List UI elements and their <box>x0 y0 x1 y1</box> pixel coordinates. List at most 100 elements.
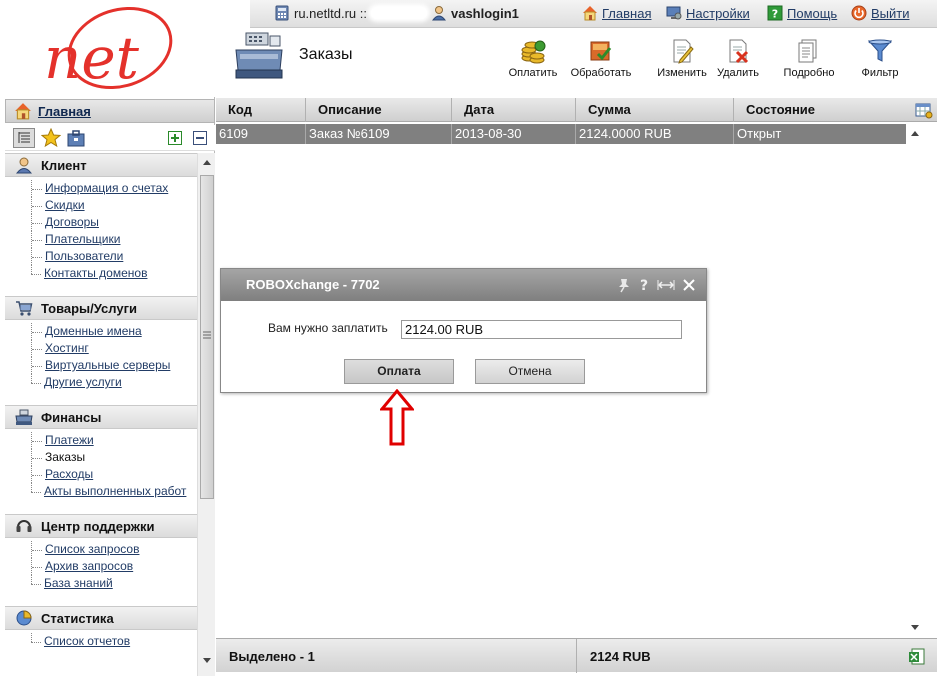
pay-tool-button[interactable]: Оплатить <box>497 38 569 79</box>
column-header-code[interactable]: Код <box>216 98 306 122</box>
cell-status: Открыт <box>737 126 782 141</box>
favorites-star-icon[interactable] <box>41 128 61 148</box>
sidebar-link[interactable]: Другие услуги <box>44 375 122 389</box>
list-item[interactable]: Список запросов <box>31 541 197 558</box>
list-item[interactable]: Доменные имена <box>31 323 197 340</box>
expand-all-icon[interactable] <box>168 131 182 145</box>
home-link[interactable]: Главная <box>582 5 651 21</box>
cancel-button[interactable]: Отмена <box>475 359 585 384</box>
list-item[interactable]: Платежи <box>31 432 197 449</box>
sidebar-link[interactable]: Плательщики <box>45 232 120 246</box>
amount-field[interactable] <box>401 320 682 339</box>
logout-link-label[interactable]: Выйти <box>871 6 910 21</box>
calculator-icon <box>275 5 289 21</box>
sidebar-link[interactable]: Доменные имена <box>45 324 142 338</box>
sidebar-link[interactable]: Платежи <box>45 433 94 447</box>
resize-horizontal-icon[interactable] <box>657 277 675 293</box>
list-item[interactable]: Список отчетов <box>31 633 197 650</box>
cash-register-icon <box>235 32 283 79</box>
tree-view-icon[interactable] <box>13 128 35 148</box>
help-question-icon[interactable]: ? <box>638 277 650 293</box>
column-settings-icon[interactable] <box>915 102 933 119</box>
edit-document-icon <box>673 39 694 64</box>
sidebar-home[interactable]: Главная <box>5 99 215 123</box>
settings-link-label[interactable]: Настройки <box>686 6 750 21</box>
scroll-up-icon[interactable] <box>910 129 920 137</box>
section-client-items: Информация о счетах Скидки Договоры Плат… <box>5 177 197 296</box>
grid-scrollbar[interactable] <box>906 124 924 638</box>
logout-link[interactable]: Выйти <box>851 5 910 21</box>
column-header-description[interactable]: Описание <box>306 98 452 122</box>
briefcase-icon[interactable] <box>66 128 86 148</box>
list-item[interactable]: Договоры <box>31 214 197 231</box>
sidebar-scrollbar[interactable] <box>197 153 215 676</box>
list-item-current[interactable]: Заказы <box>31 449 197 466</box>
sidebar-link[interactable]: Архив запросов <box>45 559 133 573</box>
sidebar-link[interactable]: Информация о счетах <box>45 181 168 195</box>
filter-tool-button[interactable]: Фильтр <box>844 38 916 79</box>
scroll-down-icon[interactable] <box>202 657 212 665</box>
dialog-titlebar[interactable]: ROBOXchange - 7702 ? <box>221 269 706 301</box>
list-item[interactable]: Другие услуги <box>31 374 197 391</box>
collapse-all-icon[interactable] <box>193 131 207 145</box>
section-finance[interactable]: Финансы <box>5 405 197 429</box>
sidebar-link[interactable]: Договоры <box>45 215 99 229</box>
table-row[interactable]: 6109 Заказ №6109 2013-08-30 2124.0000 RU… <box>216 124 906 144</box>
column-header-sum[interactable]: Сумма <box>576 98 734 122</box>
sidebar-link[interactable]: Контакты доменов <box>44 266 147 280</box>
list-item[interactable]: Пользователи <box>31 248 197 265</box>
red-arrow-annotation <box>380 389 414 446</box>
export-excel-icon[interactable] <box>908 648 926 665</box>
process-tool-label: Обработать <box>570 67 632 79</box>
sidebar-scroll-thumb[interactable] <box>200 175 214 499</box>
sidebar-link[interactable]: Список запросов <box>45 542 139 556</box>
list-item[interactable]: Плательщики <box>31 231 197 248</box>
pay-button[interactable]: Оплата <box>344 359 454 384</box>
sidebar-current-item[interactable]: Заказы <box>45 450 85 464</box>
header: net ru.netltd.ru :: vashlogin1 Главная Н… <box>0 0 937 97</box>
sidebar-link[interactable]: Акты выполненных работ <box>44 484 186 498</box>
home-link-label[interactable]: Главная <box>602 6 651 21</box>
list-item[interactable]: Архив запросов <box>31 558 197 575</box>
list-item[interactable]: База знаний <box>31 575 197 592</box>
list-item[interactable]: Хостинг <box>31 340 197 357</box>
payment-dialog: ROBOXchange - 7702 ? Вам нужно заплатить… <box>220 268 707 393</box>
details-document-icon <box>798 39 817 63</box>
list-item[interactable]: Информация о счетах <box>31 180 197 197</box>
sidebar-link[interactable]: Скидки <box>45 198 85 212</box>
delete-document-icon <box>729 39 749 64</box>
help-link-label[interactable]: Помощь <box>787 6 837 21</box>
sidebar-link[interactable]: Расходы <box>45 467 93 481</box>
sidebar-icon-row <box>5 125 215 151</box>
details-tool-button[interactable]: Подробно <box>773 38 845 79</box>
sidebar-link[interactable]: Хостинг <box>45 341 89 355</box>
delete-tool-button[interactable]: Удалить <box>702 38 774 79</box>
grid-footer: Выделено - 1 2124 RUB <box>216 638 937 673</box>
sidebar: Главная Клиент Информация о счетах Скидк… <box>5 97 215 676</box>
sidebar-home-label[interactable]: Главная <box>38 104 91 119</box>
amount-label: Вам нужно заплатить <box>268 321 388 335</box>
column-header-date[interactable]: Дата <box>452 98 576 122</box>
section-support[interactable]: Центр поддержки <box>5 514 197 538</box>
list-item[interactable]: Расходы <box>31 466 197 483</box>
scroll-down-icon[interactable] <box>910 624 920 632</box>
process-tool-button[interactable]: Обработать <box>565 38 637 79</box>
section-client[interactable]: Клиент <box>5 153 197 177</box>
sidebar-link[interactable]: Список отчетов <box>44 634 130 648</box>
scroll-up-icon[interactable] <box>202 158 212 166</box>
column-header-status[interactable]: Состояние <box>734 98 906 122</box>
list-item[interactable]: Акты выполненных работ <box>31 483 197 500</box>
section-statistics[interactable]: Статистика <box>5 606 197 630</box>
list-item[interactable]: Виртуальные серверы <box>31 357 197 374</box>
help-link[interactable]: ? Помощь <box>767 5 837 21</box>
list-item[interactable]: Скидки <box>31 197 197 214</box>
section-products[interactable]: Товары/Услуги <box>5 296 197 320</box>
close-icon[interactable] <box>682 277 696 293</box>
sidebar-link[interactable]: База знаний <box>44 576 113 590</box>
pay-tool-label: Оплатить <box>508 67 558 79</box>
list-item[interactable]: Контакты доменов <box>31 265 197 282</box>
sidebar-link[interactable]: Виртуальные серверы <box>45 358 170 372</box>
sidebar-link[interactable]: Пользователи <box>45 249 123 263</box>
settings-link[interactable]: Настройки <box>666 5 750 21</box>
pin-icon[interactable] <box>617 277 631 293</box>
